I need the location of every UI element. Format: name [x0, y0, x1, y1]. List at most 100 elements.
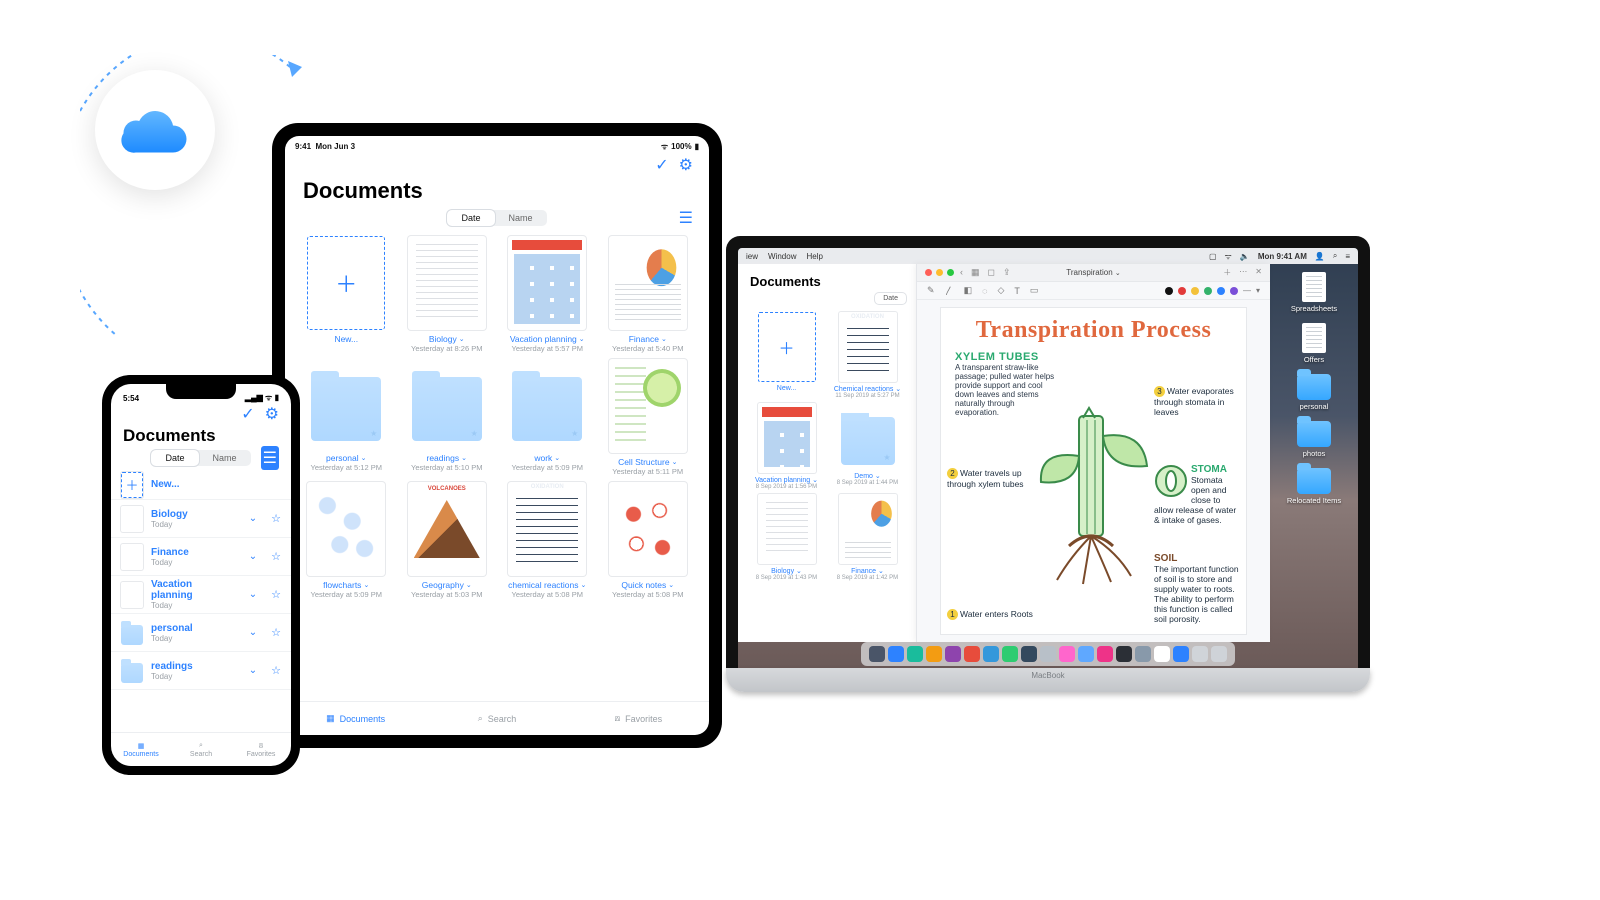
dock-app-icon[interactable]: [1192, 646, 1208, 662]
list-view-icon[interactable]: ☰: [261, 446, 279, 470]
grid-icon[interactable]: ▦: [971, 267, 980, 278]
dock-app-icon[interactable]: [983, 646, 999, 662]
color-swatch[interactable]: [1178, 287, 1186, 295]
dock-app-icon[interactable]: [1173, 646, 1189, 662]
list-item[interactable]: BiologyToday⌄☆: [111, 500, 291, 538]
marker-tool-icon[interactable]: 〳: [945, 284, 954, 297]
bookmark-icon[interactable]: ◻: [988, 267, 995, 278]
dock-app-icon[interactable]: [1211, 646, 1227, 662]
sort-date[interactable]: Date: [151, 450, 198, 466]
list-item[interactable]: Vacation planningToday⌄☆: [111, 576, 291, 614]
menu-item[interactable]: Help: [806, 252, 822, 261]
stroke-width-control[interactable]: —: [1243, 286, 1251, 295]
desktop-item[interactable]: Offers: [1302, 323, 1326, 364]
document-cell[interactable]: Quick notes ⌄Yesterday at 5:08 PM: [599, 482, 698, 599]
control-center-icon[interactable]: ≡: [1345, 252, 1350, 261]
editor-titlebar[interactable]: ‹ ▦ ◻ ⇪ Transpiration ⌄ ＋ ⋯ ✕: [917, 264, 1270, 282]
airplay-icon[interactable]: ▢: [1209, 252, 1217, 261]
color-swatch[interactable]: [1191, 287, 1199, 295]
desktop-item[interactable]: Relocated Items: [1287, 468, 1341, 505]
dock-app-icon[interactable]: [1021, 646, 1037, 662]
dock-app-icon[interactable]: [1097, 646, 1113, 662]
back-icon[interactable]: ‹: [960, 267, 963, 278]
menu-item[interactable]: Window: [768, 252, 796, 261]
list-item[interactable]: personalToday⌄☆: [111, 614, 291, 652]
sort-date[interactable]: Date: [447, 210, 494, 226]
search-icon[interactable]: ⌕: [1333, 251, 1337, 261]
document-cell[interactable]: chemical reactions ⌄Yesterday at 5:08 PM: [498, 482, 597, 599]
dock-app-icon[interactable]: [926, 646, 942, 662]
editor-canvas[interactable]: Transpiration Process XYLEM TUBES A tran…: [941, 308, 1246, 634]
mac-menubar[interactable]: iew Window Help ▢ ᯤ 🔈 Mon 9:41 AM 👤 ⌕ ≡: [738, 248, 1358, 264]
tab-documents[interactable]: ▦Documents: [285, 702, 426, 735]
sort-segmented-control[interactable]: Date Name: [447, 210, 546, 226]
sort-button[interactable]: Date: [875, 293, 906, 304]
desktop-item[interactable]: Spreadsheets: [1291, 272, 1337, 313]
stroke-width-control[interactable]: ▾: [1256, 286, 1260, 295]
dock-app-icon[interactable]: [1040, 646, 1056, 662]
menu-item[interactable]: iew: [746, 252, 758, 261]
user-icon[interactable]: 👤: [1315, 252, 1325, 261]
close-icon[interactable]: ✕: [1255, 267, 1262, 278]
tab-search[interactable]: ⌕Search: [426, 702, 567, 735]
wifi-icon[interactable]: ᯤ: [1225, 251, 1232, 262]
gear-icon[interactable]: ⚙: [265, 404, 279, 424]
mac-dock[interactable]: [861, 642, 1235, 666]
document-cell[interactable]: personal ⌄Yesterday at 5:12 PM: [297, 359, 396, 476]
gear-icon[interactable]: ⚙: [679, 155, 693, 175]
document-cell[interactable]: ＋New...: [297, 236, 396, 353]
dock-app-icon[interactable]: [945, 646, 961, 662]
list-item[interactable]: FinanceToday⌄☆: [111, 538, 291, 576]
favorite-star-icon[interactable]: ☆: [271, 664, 281, 677]
dock-app-icon[interactable]: [1002, 646, 1018, 662]
chevron-down-icon[interactable]: ⌄: [1115, 270, 1121, 277]
chevron-down-icon[interactable]: ⌄: [243, 551, 263, 562]
window-traffic-lights[interactable]: [925, 269, 954, 276]
color-swatch[interactable]: [1230, 287, 1238, 295]
chevron-down-icon[interactable]: ⌄: [243, 513, 263, 524]
dock-app-icon[interactable]: [1059, 646, 1075, 662]
document-cell[interactable]: ＋New...: [748, 312, 825, 399]
color-swatch[interactable]: [1204, 287, 1212, 295]
document-cell[interactable]: Vacation planning ⌄Yesterday at 5:57 PM: [498, 236, 597, 353]
document-cell[interactable]: Biology ⌄Yesterday at 8:26 PM: [398, 236, 497, 353]
menubar-clock[interactable]: Mon 9:41 AM: [1258, 252, 1307, 261]
document-cell[interactable]: Finance ⌄8 Sep 2019 at 1:42 PM: [829, 494, 906, 581]
document-cell[interactable]: Vacation planning ⌄8 Sep 2019 at 1:56 PM: [748, 403, 825, 490]
list-view-icon[interactable]: ☰: [679, 208, 693, 228]
checkmark-circle-icon[interactable]: ✓: [241, 404, 254, 424]
more-icon[interactable]: ⋯: [1239, 267, 1247, 278]
dock-app-icon[interactable]: [1116, 646, 1132, 662]
document-cell[interactable]: Demo ⌄8 Sep 2019 at 1:44 PM: [829, 403, 906, 490]
document-cell[interactable]: Chemical reactions ⌄11 Sep 2019 at 5:27 …: [829, 312, 906, 399]
favorite-star-icon[interactable]: ☆: [271, 626, 281, 639]
tab-favorites[interactable]: ⟎Favorites: [568, 702, 709, 735]
sort-name[interactable]: Name: [495, 210, 547, 226]
document-cell[interactable]: readings ⌄Yesterday at 5:10 PM: [398, 359, 497, 476]
document-cell[interactable]: Cell Structure ⌄Yesterday at 5:11 PM: [599, 359, 698, 476]
dock-app-icon[interactable]: [1154, 646, 1170, 662]
eraser-tool-icon[interactable]: ◧: [964, 285, 973, 296]
document-cell[interactable]: flowcharts ⌄Yesterday at 5:09 PM: [297, 482, 396, 599]
list-item[interactable]: readingsToday⌄☆: [111, 652, 291, 690]
dock-app-icon[interactable]: [1135, 646, 1151, 662]
color-swatch[interactable]: [1217, 287, 1225, 295]
favorite-star-icon[interactable]: ☆: [271, 588, 281, 601]
dock-app-icon[interactable]: [907, 646, 923, 662]
tab-documents[interactable]: ▦Documents: [111, 733, 171, 766]
document-cell[interactable]: Finance ⌄Yesterday at 5:40 PM: [599, 236, 698, 353]
text-tool-icon[interactable]: T: [1014, 286, 1020, 296]
document-cell[interactable]: Biology ⌄8 Sep 2019 at 1:43 PM: [748, 494, 825, 581]
volume-icon[interactable]: 🔈: [1240, 252, 1250, 261]
share-icon[interactable]: ⇪: [1003, 267, 1011, 278]
favorite-star-icon[interactable]: ☆: [271, 512, 281, 525]
desktop-item[interactable]: photos: [1297, 421, 1331, 458]
image-tool-icon[interactable]: ▭: [1030, 285, 1039, 296]
tab-favorites[interactable]: ⟎Favorites: [231, 733, 291, 766]
tab-search[interactable]: ⌕Search: [171, 733, 231, 766]
document-cell[interactable]: Geography ⌄Yesterday at 5:03 PM: [398, 482, 497, 599]
shape-tool-icon[interactable]: ◇: [997, 285, 1004, 296]
dock-app-icon[interactable]: [888, 646, 904, 662]
dock-app-icon[interactable]: [869, 646, 885, 662]
add-icon[interactable]: ＋: [1223, 267, 1231, 278]
